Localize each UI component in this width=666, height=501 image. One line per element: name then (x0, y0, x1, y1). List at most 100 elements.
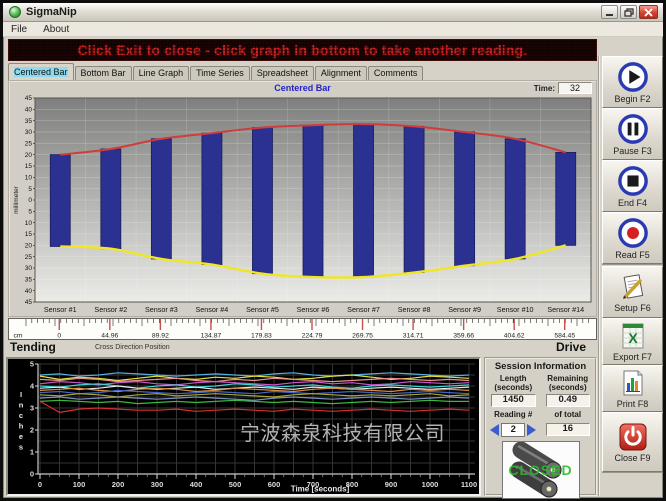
tab-alignment[interactable]: Alignment (315, 66, 367, 80)
svg-text:Sensor #4: Sensor #4 (196, 305, 229, 314)
pause-f3-button[interactable]: Pause F3 (602, 108, 663, 160)
tending-time-series-chart[interactable]: 0100200300400500600700800900100011000123… (8, 359, 479, 494)
svg-text:millimeter: millimeter (13, 185, 20, 214)
svg-text:4: 4 (30, 382, 35, 391)
length-header: Length (seconds) 1450 (486, 374, 541, 407)
centered-bar-chart: 45403530252015105051015202530354045Senso… (11, 94, 596, 316)
nip-status-text: CLOSED (503, 442, 579, 498)
svg-text:Time [seconds]: Time [seconds] (291, 485, 350, 494)
svg-text:0: 0 (28, 197, 32, 204)
export-f7-button[interactable]: X Export F7 (602, 318, 663, 365)
tab-spreadsheet[interactable]: Spreadsheet (251, 66, 314, 80)
pause-icon (617, 113, 649, 145)
tending-side-label: Tending (10, 340, 56, 354)
begin-f2-button[interactable]: Begin F2 (602, 56, 663, 108)
svg-text:20: 20 (25, 243, 33, 250)
svg-text:300: 300 (151, 480, 164, 489)
tab-bottom-bar[interactable]: Bottom Bar (75, 66, 132, 80)
svg-text:200: 200 (112, 480, 125, 489)
menu-about[interactable]: About (35, 24, 77, 35)
remaining-header: Remaining (seconds) 0.49 (541, 374, 596, 407)
session-title: Session Information (486, 361, 595, 372)
svg-text:h: h (19, 422, 24, 431)
tab-label: Line Graph (139, 68, 184, 78)
time-label: Time: (534, 84, 555, 93)
centered-bar-chart-panel: Centered Bar Time: 32 454035302520151050… (8, 80, 597, 317)
svg-text:134.87: 134.87 (201, 333, 222, 340)
sidebar-button-label: Read F5 (615, 250, 650, 260)
svg-text:2: 2 (30, 426, 34, 435)
svg-text:30: 30 (25, 265, 33, 272)
sidebar-button-label: End F4 (618, 198, 647, 208)
svg-text:45: 45 (25, 299, 33, 306)
svg-text:40: 40 (25, 107, 33, 114)
svg-text:0: 0 (30, 470, 34, 479)
svg-text:269.75: 269.75 (352, 333, 373, 340)
svg-text:1000: 1000 (422, 480, 439, 489)
sidebar-button-label: Close F9 (614, 453, 650, 463)
svg-text:3: 3 (30, 404, 34, 413)
svg-text:404.62: 404.62 (504, 333, 525, 340)
svg-text:89.92: 89.92 (152, 333, 169, 340)
of-total-label: of total (541, 410, 596, 419)
length-value: 1450 (491, 394, 536, 407)
tab-line-graph[interactable]: Line Graph (133, 66, 190, 80)
minimize-button[interactable] (601, 5, 618, 19)
tab-label: Comments (374, 68, 418, 78)
reading-next-arrow[interactable] (527, 424, 536, 436)
setup-f6-button[interactable]: Setup F6 (602, 266, 663, 318)
stop-icon (617, 165, 649, 197)
minimize-icon (605, 8, 614, 16)
svg-text:X: X (628, 330, 638, 346)
svg-text:224.79: 224.79 (302, 333, 323, 340)
svg-text:35: 35 (25, 118, 33, 125)
reading-previous-arrow[interactable] (490, 424, 499, 436)
svg-text:100: 100 (73, 480, 86, 489)
sidebar-button-label: Setup F6 (614, 303, 651, 313)
svg-text:600: 600 (268, 480, 281, 489)
svg-text:n: n (19, 401, 24, 410)
svg-text:45: 45 (25, 95, 33, 102)
tending-chart-panel[interactable]: 0100200300400500600700800900100011000123… (6, 357, 481, 496)
print-f8-button[interactable]: Print F8 (602, 365, 663, 412)
tab-comments[interactable]: Comments (368, 66, 424, 80)
svg-text:25: 25 (25, 141, 33, 148)
close-button[interactable] (639, 5, 658, 19)
excel-icon: X (618, 321, 648, 351)
svg-text:179.83: 179.83 (251, 333, 272, 340)
svg-text:5: 5 (30, 360, 34, 369)
svg-text:35: 35 (25, 277, 33, 284)
menu-file[interactable]: File (3, 24, 35, 35)
cross-direction-ruler: cm044.9689.92134.87179.83224.79269.75314… (8, 318, 597, 340)
reading-number-label: Reading # (486, 410, 541, 419)
svg-text:Sensor #5: Sensor #5 (246, 305, 279, 314)
tab-label: Time Series (196, 68, 244, 78)
svg-text:1100: 1100 (461, 480, 477, 489)
svg-text:Sensor #8: Sensor #8 (398, 305, 431, 314)
sidebar-button-label: Export F7 (613, 352, 652, 362)
end-f4-button[interactable]: End F4 (602, 160, 663, 212)
svg-text:cm: cm (13, 333, 22, 340)
svg-text:15: 15 (25, 163, 33, 170)
svg-text:Sensor #6: Sensor #6 (297, 305, 330, 314)
svg-text:Sensor #1: Sensor #1 (44, 305, 77, 314)
tab-label: Spreadsheet (257, 68, 308, 78)
svg-text:s: s (19, 443, 23, 452)
svg-text:Sensor #3: Sensor #3 (145, 305, 178, 314)
session-information-panel: Session Information Length (seconds) 145… (484, 357, 597, 496)
restore-button[interactable] (620, 5, 637, 19)
read-f5-button[interactable]: Read F5 (602, 212, 663, 264)
reading-number-value[interactable]: 2 (501, 423, 525, 437)
application-window: SigmaNip File About Click Exit to close … (0, 0, 666, 501)
svg-text:5: 5 (28, 209, 32, 216)
svg-text:359.66: 359.66 (453, 333, 474, 340)
svg-text:25: 25 (25, 254, 33, 261)
tab-time-series[interactable]: Time Series (190, 66, 250, 80)
tab-label: Centered Bar (14, 67, 68, 77)
close-f9-button[interactable]: Close F9 (602, 412, 663, 472)
message-banner: Click Exit to close - click graph in bot… (8, 39, 597, 61)
svg-text:400: 400 (190, 480, 203, 489)
nip-roller-status-image: CLOSED (502, 441, 580, 499)
tab-centered-bar[interactable]: Centered Bar (8, 63, 74, 80)
svg-text:20: 20 (25, 152, 33, 159)
